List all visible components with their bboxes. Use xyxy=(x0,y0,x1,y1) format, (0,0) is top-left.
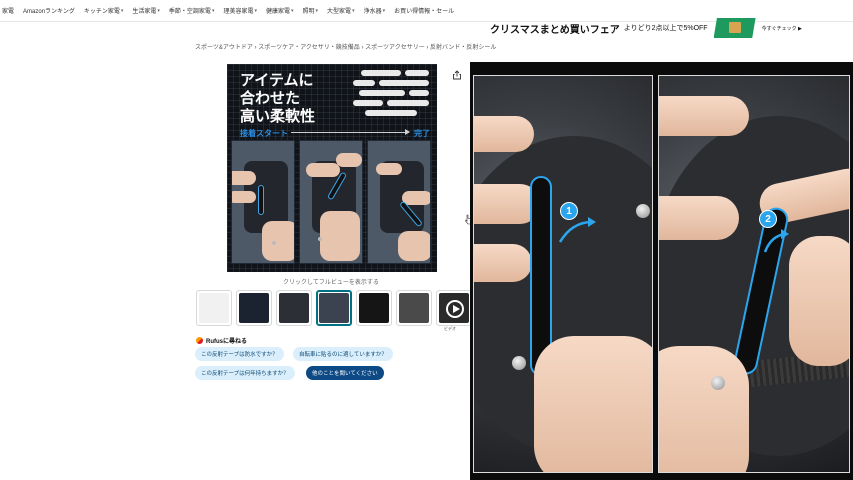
nav-item-9[interactable]: 浄水器 ▾ xyxy=(363,6,386,16)
ask-something-else-button[interactable]: 他のことを聞いてください xyxy=(306,366,384,380)
video-player[interactable]: 1 2 xyxy=(470,62,853,480)
banner-cta-link[interactable]: 今すぐチェック ▶ xyxy=(762,25,802,32)
banner-subtitle: よりどり2点以上で5%OFF xyxy=(623,25,708,32)
headline-line: アイテムに xyxy=(240,72,314,89)
chevron-down-icon: ▾ xyxy=(315,7,319,14)
nav-label: 生活家電 xyxy=(132,9,157,15)
thumbnail-3[interactable] xyxy=(276,290,312,326)
step-start-label: 接着スタート xyxy=(240,129,288,138)
nav-label: キッチン家電 xyxy=(83,9,120,15)
nav-item-10[interactable]: お買い得情報・セール xyxy=(394,6,454,15)
thumbnail-6[interactable] xyxy=(396,290,432,326)
breadcrumb[interactable]: スポーツ&アウトドア › スポーツケア・アクセサリ・競技備品 › スポーツアクセ… xyxy=(195,42,496,51)
thumbnail-2[interactable] xyxy=(236,290,272,326)
nav-item-3[interactable]: 生活家電 ▾ xyxy=(132,6,160,16)
promo-banner[interactable]: クリスマスまとめ買いフェア よりどり2点以上で5%OFF 今すぐチェック ▶ xyxy=(490,17,802,39)
image-headline: アイテムに 合わせた 高い柔軟性 xyxy=(240,72,340,126)
rufus-heading: Rufusに尋ねる xyxy=(196,336,247,345)
fullview-hint: クリックしてフルビューを表示する xyxy=(283,280,379,286)
thumbnail-4[interactable] xyxy=(316,290,352,326)
chevron-down-icon: ▾ xyxy=(120,7,124,14)
nav-label: 家電 xyxy=(2,9,15,15)
thumbnail-image xyxy=(239,293,269,323)
curved-arrow-icon xyxy=(558,217,596,243)
chevron-down-icon: ▾ xyxy=(211,7,215,14)
nav-label: 理美容家電 xyxy=(223,9,254,15)
headline-line: 合わせた xyxy=(240,90,301,107)
thumbnail-image xyxy=(399,293,429,323)
chevron-down-icon: ▾ xyxy=(291,7,294,14)
thumbnail-image xyxy=(199,293,229,323)
thumbnail-5[interactable] xyxy=(356,290,392,326)
rufus-logo-icon xyxy=(196,337,203,344)
chevron-down-icon: ▾ xyxy=(157,7,160,14)
thumbnail-image xyxy=(359,293,389,323)
app-window: 家電 Amazonランキング キッチン家電 ▾ 生活家電 ▾ 季節・空調家電 ▾ 理美… xyxy=(0,0,853,480)
chevron-down-icon: ▾ xyxy=(254,7,257,14)
step-panel-1 xyxy=(231,140,295,264)
step-end-label: 完了 xyxy=(414,129,430,138)
share-icon[interactable] xyxy=(452,70,462,80)
bolt xyxy=(711,376,725,390)
rufus-question-chip[interactable]: この反射テープは防水ですか？ xyxy=(195,347,284,361)
rufus-question-chip[interactable]: この反射テープは何年持ちますか？ xyxy=(195,366,295,380)
nav-label: 健康家電 xyxy=(265,9,290,15)
thumbnail-1[interactable] xyxy=(196,290,232,326)
nav-item-8[interactable]: 大型家電 ▾ xyxy=(327,6,355,16)
nav-item-5[interactable]: 理美容家電 ▾ xyxy=(223,6,257,16)
nav-item-4[interactable]: 季節・空調家電 ▾ xyxy=(168,6,215,16)
nav-label: Amazonランキング xyxy=(23,9,75,15)
play-icon xyxy=(446,300,464,318)
nav-item-7[interactable]: 照明 ▾ xyxy=(302,6,319,16)
video-label: ビデオ xyxy=(444,326,456,331)
rufus-question-chip[interactable]: 自転車に貼るのに適していますか？ xyxy=(293,347,393,361)
video-frame-1: 1 xyxy=(473,75,653,473)
nav-item-6[interactable]: 健康家電 ▾ xyxy=(265,6,294,16)
thumbnail-video[interactable] xyxy=(436,290,472,326)
nav-label: お買い得情報・セール xyxy=(394,9,455,15)
chevron-down-icon: ▾ xyxy=(382,7,386,14)
arrow-right-icon xyxy=(291,129,410,135)
banner-title: クリスマスまとめ買いフェア xyxy=(490,24,620,36)
nav-label: 大型家電 xyxy=(327,9,352,15)
gift-box-icon xyxy=(713,18,756,38)
nav-label: 浄水器 xyxy=(363,9,382,15)
nav-item-1[interactable]: Amazonランキング xyxy=(23,6,75,15)
curved-arrow-icon xyxy=(763,229,789,253)
main-product-image[interactable]: アイテムに 合わせた 高い柔軟性 接着スタート 完了 xyxy=(227,64,437,272)
thumbnail-image xyxy=(319,293,349,323)
nav-item-2[interactable]: キッチン家電 ▾ xyxy=(83,6,124,16)
nav-label: 照明 xyxy=(302,9,315,15)
thumbnail-strip xyxy=(196,290,476,326)
thumbnail-image xyxy=(279,293,309,323)
step-panel-3 xyxy=(367,140,431,264)
rufus-title-text: Rufusに尋ねる xyxy=(206,339,247,345)
headline-line: 高い柔軟性 xyxy=(240,108,316,125)
video-frame-2: 2 xyxy=(658,75,850,473)
nav-item-0[interactable]: 家電 xyxy=(2,6,14,15)
reflector-strips-graphic xyxy=(351,68,431,124)
step-panel-2 xyxy=(299,140,363,264)
nav-label: 季節・空調家電 xyxy=(168,9,211,15)
bolt xyxy=(512,356,526,370)
chevron-down-icon: ▾ xyxy=(352,7,355,14)
bolt xyxy=(636,204,650,218)
